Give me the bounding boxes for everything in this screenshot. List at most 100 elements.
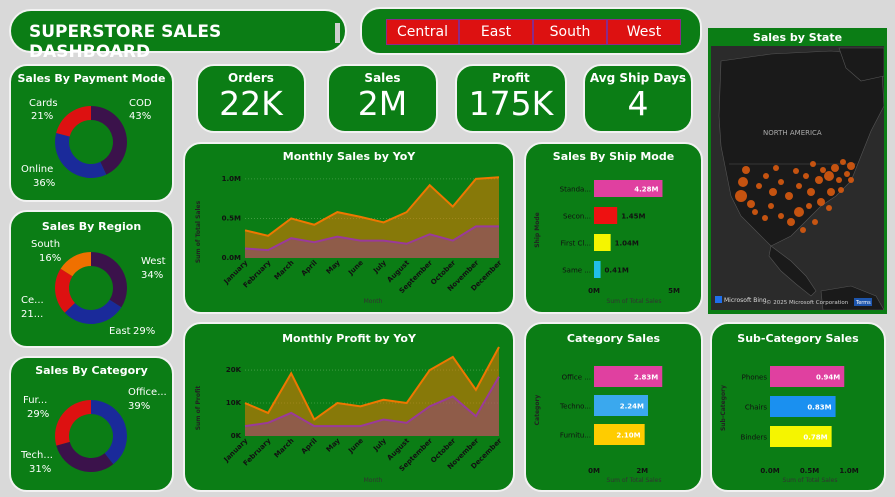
bar-value-label-0: 2.83M [634, 374, 658, 382]
bar-category-label-2: Furnitu... [560, 432, 591, 440]
state-marker-0[interactable] [742, 166, 750, 174]
state-marker-26[interactable] [840, 159, 846, 165]
state-marker-9[interactable] [796, 183, 802, 189]
state-marker-27[interactable] [847, 162, 855, 170]
x-tick-label-4: May [325, 436, 342, 453]
region-donut[interactable]: South 16% West 34% Ce... 21... East 29% [11, 212, 172, 346]
x-tick-label-5: June [346, 259, 365, 278]
state-marker-18[interactable] [817, 198, 825, 206]
donut-slice-2[interactable] [56, 106, 91, 137]
slicer-south[interactable]: South [533, 19, 607, 45]
payment-mode-donut[interactable]: Cards 21% COD 43% Online 36% [11, 66, 172, 200]
map-continent-label: NORTH AMERICA [763, 129, 822, 137]
x-tick-label-0: 0M [588, 467, 600, 475]
state-marker-21[interactable] [787, 218, 795, 226]
kpi-orders: Orders 22K [196, 64, 306, 133]
slicer-east[interactable]: East [459, 19, 533, 45]
x-tick-label-6: July [371, 258, 388, 275]
slicer-west[interactable]: West [607, 19, 681, 45]
category-sales-ylabel: Category [534, 395, 541, 426]
page-title: SUPERSTORE SALES DASHBOARD [29, 22, 222, 62]
bar-value-label-1: 0.83M [807, 404, 831, 412]
state-marker-24[interactable] [838, 187, 844, 193]
state-marker-16[interactable] [836, 177, 842, 183]
state-marker-13[interactable] [820, 167, 826, 173]
kpi-sales: Sales 2M [327, 64, 438, 133]
state-marker-8[interactable] [785, 192, 793, 200]
slicer-central[interactable]: Central [386, 19, 459, 45]
state-marker-30[interactable] [773, 165, 779, 171]
bing-logo-box [715, 296, 722, 303]
state-marker-23[interactable] [768, 203, 774, 209]
state-marker-36[interactable] [848, 177, 854, 183]
state-marker-32[interactable] [800, 227, 806, 233]
state-marker-10[interactable] [803, 173, 809, 179]
x-tick-label-5: June [346, 437, 365, 456]
region-slicer: Central East South West [360, 7, 702, 55]
state-marker-5[interactable] [763, 173, 769, 179]
donut-slice-1[interactable] [54, 133, 107, 178]
x-tick-label-1: 5M [668, 287, 680, 295]
bar-category-label-1: Techno... [559, 403, 591, 411]
donut-slice-0[interactable] [91, 400, 127, 465]
bar-1[interactable] [594, 207, 618, 224]
bar-2[interactable] [594, 234, 611, 251]
donut-slice-1[interactable] [56, 441, 114, 472]
state-marker-4[interactable] [756, 183, 762, 189]
map-title: Sales by State [752, 31, 843, 44]
donut-slice-2[interactable] [55, 400, 91, 446]
y-tick-label-2: 1.0M [222, 175, 241, 183]
state-marker-14[interactable] [824, 171, 834, 181]
state-marker-6[interactable] [769, 188, 777, 196]
payment-pct-cod: 43% [129, 111, 151, 122]
monthly-sales-ylabel: Sum of Total Sales [195, 200, 202, 263]
state-marker-17[interactable] [827, 188, 835, 196]
monthly-sales-xlabel: Month [364, 298, 383, 305]
region-card: Sales By Region South 16% West 34% Ce...… [9, 210, 174, 348]
category-donut[interactable]: Fur... 29% Office... 39% Tech... 31% [11, 358, 172, 490]
state-marker-15[interactable] [831, 164, 839, 172]
state-marker-1[interactable] [738, 177, 748, 187]
kpi-ship-days-label: Avg Ship Days [589, 71, 687, 85]
x-tick-label-0: 0.0M [760, 467, 779, 475]
ship-mode-card: Sales By Ship Mode Standa... 4.28M Secon..… [524, 142, 703, 314]
category-sales-xlabel: Sum of Total Sales [607, 477, 662, 484]
bar-category-label-3: Same ... [562, 267, 591, 275]
category-sales-chart[interactable]: Office ... 2.83M Techno... 2.24M Furnitu... 2… [526, 324, 701, 490]
state-marker-2[interactable] [735, 190, 747, 202]
state-marker-35[interactable] [752, 209, 758, 215]
state-marker-3[interactable] [747, 200, 755, 208]
state-marker-20[interactable] [794, 207, 804, 217]
state-marker-33[interactable] [812, 219, 818, 225]
monthly-sales-chart[interactable]: 0.0M0.5M1.0MJanuaryFebruary March April May… [185, 144, 513, 312]
ship-mode-chart[interactable]: Standa... 4.28M Secon... 1.45M First Cl... 1.… [526, 144, 701, 312]
y-tick-label-0: 0.0M [222, 254, 241, 262]
monthly-profit-ylabel: Sum of Profit [195, 386, 202, 431]
state-marker-7[interactable] [778, 179, 784, 185]
region-label-south: South [31, 239, 60, 250]
kpi-profit-label: Profit [492, 71, 530, 85]
state-marker-28[interactable] [810, 161, 816, 167]
us-state-map[interactable]: NORTH AMERICA Microsoft Bing © 2025 Micr… [711, 46, 884, 310]
bar-3[interactable] [594, 261, 601, 278]
subcategory-chart[interactable]: Phones 0.94M Chairs 0.83M Binders 0.78M 0.0M 0.… [712, 324, 884, 490]
kpi-sales-label: Sales [364, 71, 401, 85]
state-marker-31[interactable] [826, 205, 832, 211]
donut-slice-0[interactable] [91, 252, 127, 308]
bar-value-label-0: 4.28M [634, 186, 658, 194]
region-pct-south: 16% [39, 253, 61, 264]
state-marker-11[interactable] [807, 188, 815, 196]
category-pct-furniture: 29% [27, 409, 49, 420]
monthly-profit-chart[interactable]: 0K10K20KJanuaryFebruary March April May June… [185, 324, 513, 490]
bar-category-label-1: Secon... [563, 213, 591, 221]
bar-category-label-0: Office ... [562, 374, 591, 382]
payment-mode-card: Sales By Payment Mode Cards 21% COD 43% … [9, 64, 174, 202]
state-marker-22[interactable] [778, 213, 784, 219]
state-marker-34[interactable] [762, 215, 768, 221]
state-marker-12[interactable] [815, 176, 823, 184]
state-marker-19[interactable] [806, 203, 812, 209]
kpi-profit-value: 175K [468, 84, 554, 123]
state-marker-25[interactable] [844, 171, 850, 177]
x-tick-label-2: March [273, 437, 296, 460]
state-marker-29[interactable] [793, 168, 799, 174]
